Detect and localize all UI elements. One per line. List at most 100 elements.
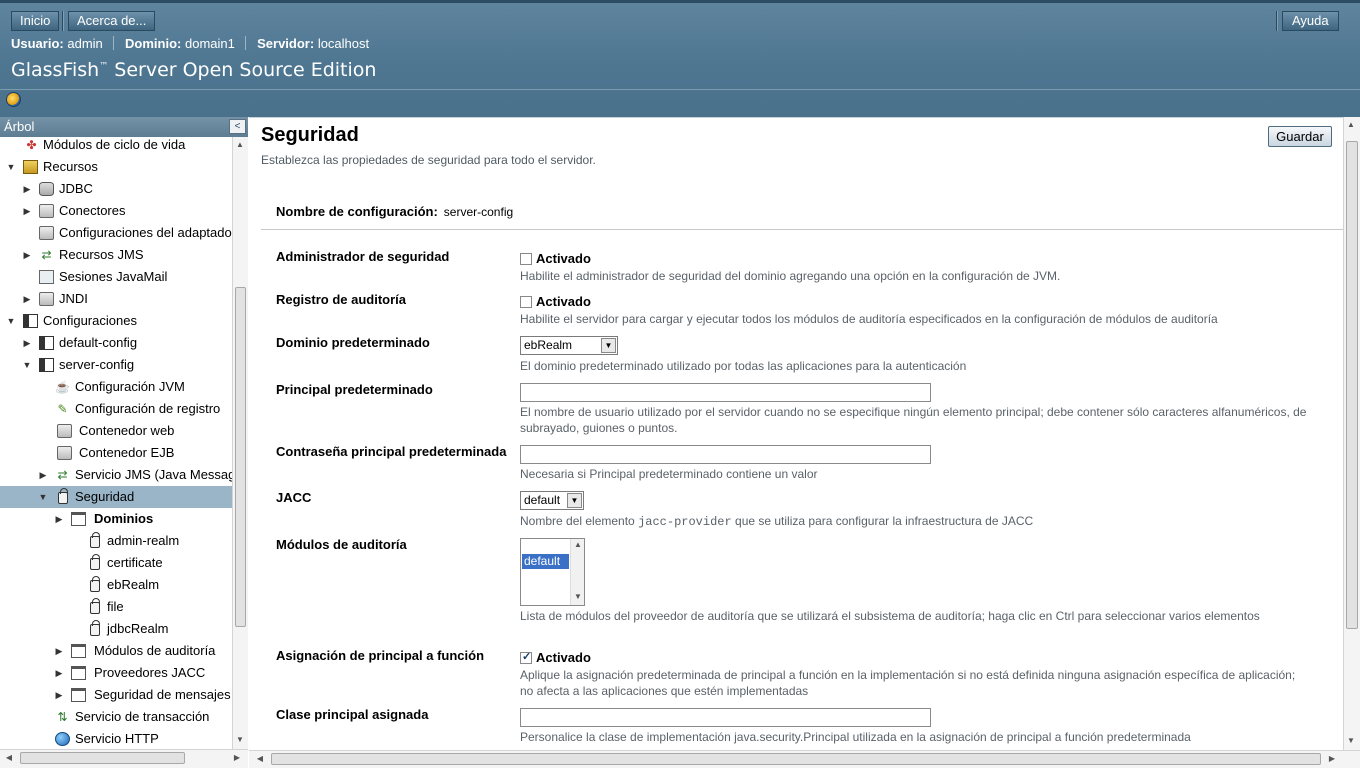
scroll-thumb[interactable] xyxy=(271,753,1321,765)
save-button[interactable]: Guardar xyxy=(1268,126,1332,147)
collapsed-arrow-icon[interactable]: ▶ xyxy=(54,508,64,530)
content-horizontal-scrollbar[interactable]: ◀ ▶ xyxy=(249,750,1360,768)
tree-node-resources[interactable]: ▼ Recursos xyxy=(0,156,232,178)
scroll-thumb[interactable] xyxy=(235,287,246,627)
refresh-icon[interactable] xyxy=(6,92,21,107)
security-manager-checkbox[interactable] xyxy=(520,253,532,265)
tree-node-jms-resources[interactable]: ▶ ⇄ Recursos JMS xyxy=(0,244,232,266)
collapsed-arrow-icon[interactable]: ▶ xyxy=(38,464,48,486)
tree-node-default-config[interactable]: ▶ default-config xyxy=(0,332,232,354)
trademark: ™ xyxy=(99,61,109,72)
tree-node-transaction-service[interactable]: ⇅ Servicio de transacción xyxy=(0,706,232,728)
audit-logging-checkbox[interactable] xyxy=(520,296,532,308)
java-cup-icon: ☕ xyxy=(55,380,70,394)
home-button[interactable]: Inicio xyxy=(11,11,60,31)
principal-role-mapping-checkbox[interactable] xyxy=(520,650,532,664)
tree-node-jdbc[interactable]: ▶ JDBC xyxy=(0,178,232,200)
expanded-arrow-icon[interactable]: ▼ xyxy=(22,354,32,376)
collapsed-arrow-icon[interactable]: ▶ xyxy=(22,244,32,266)
jacc-help-prefix: Nombre del elemento xyxy=(520,514,639,528)
domain-value: domain1 xyxy=(184,36,235,51)
help-button[interactable]: Ayuda xyxy=(1282,11,1339,31)
tree-node-certificate[interactable]: certificate xyxy=(0,552,232,574)
tree-node-configurations[interactable]: ▼ Configuraciones xyxy=(0,310,232,332)
tree-node-lifecycle-modules[interactable]: ✤ Módulos de ciclo de vida xyxy=(0,137,232,156)
audit-modules-label: Módulos de auditoría xyxy=(276,537,407,552)
tree-body: ✤ Módulos de ciclo de vida ▼ Recursos ▶ … xyxy=(0,137,232,749)
tree-node-file[interactable]: file xyxy=(0,596,232,618)
scroll-down-icon[interactable]: ▼ xyxy=(233,735,247,744)
content-vertical-scrollbar[interactable]: ▲ ▼ xyxy=(1343,117,1360,750)
scroll-left-icon[interactable]: ◀ xyxy=(253,754,267,763)
scroll-down-icon[interactable]: ▼ xyxy=(1344,736,1358,745)
lock-icon xyxy=(90,554,100,570)
collapsed-arrow-icon[interactable]: ▶ xyxy=(54,662,64,684)
tree-node-label: Sesiones JavaMail xyxy=(59,269,168,284)
expanded-arrow-icon[interactable]: ▼ xyxy=(6,310,16,332)
masthead-separator xyxy=(62,11,64,31)
tree-node-server-config[interactable]: ▼ server-config xyxy=(0,354,232,376)
scroll-left-icon[interactable]: ◀ xyxy=(2,753,16,762)
tree-node-javamail[interactable]: Sesiones JavaMail xyxy=(0,266,232,288)
tree-node-logger-config[interactable]: ✎ Configuración de registro xyxy=(0,398,232,420)
tree-horizontal-scrollbar[interactable]: ◀ ▶ xyxy=(0,749,248,768)
scroll-right-icon[interactable]: ▶ xyxy=(1325,754,1339,763)
tree-node-jdbcrealm[interactable]: jdbcRealm xyxy=(0,618,232,640)
connector-icon xyxy=(39,226,54,240)
domain-key: Dominio: xyxy=(125,36,182,51)
expanded-arrow-icon[interactable]: ▼ xyxy=(38,486,48,508)
default-realm-select[interactable]: ebRealm ▼ xyxy=(520,336,618,355)
chevron-down-icon[interactable]: ▼ xyxy=(601,338,616,353)
collapsed-arrow-icon[interactable]: ▶ xyxy=(22,288,32,310)
tree-node-realms[interactable]: ▶ Dominios xyxy=(0,508,232,530)
tree-node-message-security[interactable]: ▶ Seguridad de mensajes xyxy=(0,684,232,706)
tree-node-ejb-container[interactable]: Contenedor EJB xyxy=(0,442,232,464)
scroll-right-icon[interactable]: ▶ xyxy=(230,753,244,762)
divider xyxy=(261,229,1343,230)
collapse-tree-button[interactable]: < xyxy=(229,119,246,134)
tree-node-label: Servicio de transacción xyxy=(75,709,210,724)
scroll-thumb[interactable] xyxy=(1346,141,1358,629)
mapped-principal-class-input[interactable] xyxy=(520,708,931,727)
tree-node-ebrealm[interactable]: ebRealm xyxy=(0,574,232,596)
tree-node-connectors[interactable]: ▶ Conectores xyxy=(0,200,232,222)
tree-node-web-container[interactable]: Contenedor web xyxy=(0,420,232,442)
about-button[interactable]: Acerca de... xyxy=(68,11,156,31)
tree-node-label: Configuración JVM xyxy=(75,379,185,394)
masthead-toolbar xyxy=(0,89,1360,117)
default-principal-password-input[interactable] xyxy=(520,445,931,464)
collapsed-arrow-icon[interactable]: ▶ xyxy=(22,200,32,222)
tree-node-adapter-configs[interactable]: Configuraciones del adaptador xyxy=(0,222,232,244)
jacc-select[interactable]: default ▼ xyxy=(520,491,584,510)
chevron-down-icon[interactable]: ▼ xyxy=(567,493,582,508)
principal-role-mapping-field: Activado xyxy=(520,650,591,665)
expanded-arrow-icon[interactable]: ▼ xyxy=(6,156,16,178)
default-principal-input[interactable] xyxy=(520,383,931,402)
default-principal-password-label: Contraseña principal predeterminada xyxy=(276,444,507,459)
collapsed-arrow-icon[interactable]: ▶ xyxy=(22,332,32,354)
select-value: default xyxy=(524,493,561,507)
scroll-up-icon[interactable]: ▲ xyxy=(233,140,247,149)
listbox-scrollbar[interactable]: ▲ ▼ xyxy=(570,539,584,605)
collapsed-arrow-icon[interactable]: ▶ xyxy=(22,178,32,200)
mail-icon xyxy=(39,270,54,284)
tree-node-audit-modules[interactable]: ▶ Módulos de auditoría xyxy=(0,640,232,662)
audit-modules-listbox[interactable]: default ▲ ▼ xyxy=(520,538,585,606)
tree-vertical-scrollbar[interactable]: ▲ ▼ xyxy=(232,137,248,749)
scroll-down-icon[interactable]: ▼ xyxy=(571,592,585,601)
tree-node-label: Servicio JMS (Java Messag xyxy=(75,467,232,482)
tree-node-jndi[interactable]: ▶ JNDI xyxy=(0,288,232,310)
collapsed-arrow-icon[interactable]: ▶ xyxy=(54,684,64,706)
tree-node-admin-realm[interactable]: admin-realm xyxy=(0,530,232,552)
tree-node-jacc-providers[interactable]: ▶ Proveedores JACC xyxy=(0,662,232,684)
collapsed-arrow-icon[interactable]: ▶ xyxy=(54,640,64,662)
tree-node-jvm-config[interactable]: ☕ Configuración JVM xyxy=(0,376,232,398)
product-name-rest: Server Open Source Edition xyxy=(108,59,377,81)
tree-node-jms-service[interactable]: ▶ ⇄ Servicio JMS (Java Messag xyxy=(0,464,232,486)
scroll-up-icon[interactable]: ▲ xyxy=(1344,120,1358,129)
scroll-up-icon[interactable]: ▲ xyxy=(571,540,585,549)
tree-node-http-service[interactable]: Servicio HTTP xyxy=(0,728,232,749)
listbox-option-selected[interactable]: default xyxy=(522,554,569,569)
tree-node-security[interactable]: ▼ Seguridad xyxy=(0,486,232,508)
scroll-thumb[interactable] xyxy=(20,752,185,764)
